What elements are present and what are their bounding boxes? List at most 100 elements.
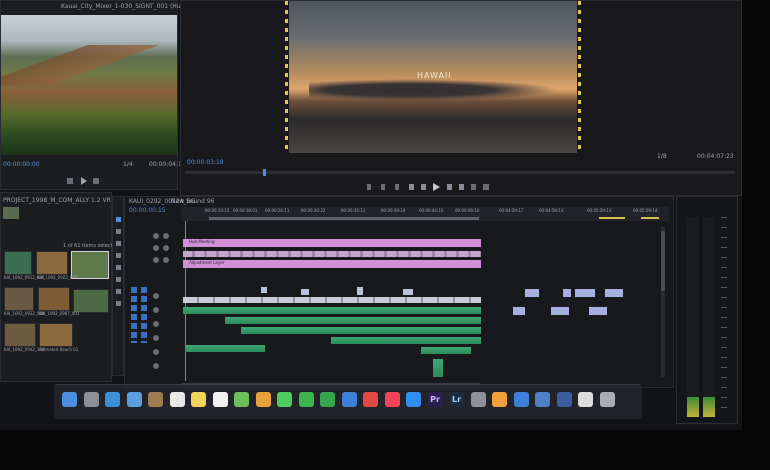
source-video-frame[interactable]: [1, 15, 177, 155]
program-video-frame[interactable]: HAWAII: [289, 1, 577, 153]
video-clip[interactable]: [301, 289, 309, 295]
bin-thumbnail[interactable]: [36, 251, 68, 275]
calendar-icon[interactable]: [169, 392, 185, 407]
video-clip[interactable]: [589, 307, 607, 315]
video-clip[interactable]: [575, 289, 595, 297]
bin-thumbnail[interactable]: [4, 287, 34, 311]
app-store-icon[interactable]: [406, 392, 421, 407]
adjustment-clip[interactable]: [183, 251, 481, 257]
add-marker-icon[interactable]: [367, 184, 371, 190]
mark-out-icon[interactable]: [395, 184, 399, 190]
hand-tool-icon[interactable]: [116, 289, 121, 294]
audio-clip[interactable]: [331, 337, 481, 344]
track-mute-icon[interactable]: [153, 363, 159, 369]
contacts-icon[interactable]: [148, 392, 163, 407]
mark-in-icon[interactable]: [381, 184, 385, 190]
timeline-tab-secondary[interactable]: New Sound 96: [171, 198, 214, 205]
track-eye-icon[interactable]: [153, 245, 159, 251]
video-clip[interactable]: [403, 289, 413, 295]
bin-thumbnail[interactable]: [4, 251, 32, 275]
audio-clip[interactable]: [433, 359, 443, 377]
graphic-clip[interactable]: Hub Meeting: [183, 239, 481, 247]
selection-tool-icon[interactable]: [116, 217, 121, 222]
lightroom-icon[interactable]: Lr: [449, 392, 464, 407]
type-tool-icon[interactable]: [116, 301, 121, 306]
stocks-icon[interactable]: [492, 392, 507, 407]
lightroom-classic-icon[interactable]: [556, 392, 572, 407]
mail-icon[interactable]: [126, 392, 142, 407]
video-clip[interactable]: [261, 287, 267, 293]
track-eye-icon[interactable]: [163, 233, 169, 239]
news-icon[interactable]: [363, 392, 378, 407]
program-scrub-bar[interactable]: [185, 169, 735, 176]
xcode-icon[interactable]: [513, 392, 529, 407]
track-mute-icon[interactable]: [153, 293, 159, 299]
video-clip[interactable]: [605, 289, 623, 297]
step-forward-icon[interactable]: [93, 178, 99, 184]
reminders-icon[interactable]: [212, 392, 228, 407]
video-clip[interactable]: [563, 289, 571, 297]
step-back-icon[interactable]: [421, 184, 426, 190]
bin-thumbnail[interactable]: [39, 323, 73, 347]
video-clip[interactable]: [513, 307, 525, 315]
pen-tool-icon[interactable]: [116, 277, 121, 282]
downloads-icon[interactable]: [578, 392, 593, 407]
audio-clip[interactable]: [183, 307, 481, 314]
track-select-tool-icon[interactable]: [116, 229, 121, 234]
go-to-out-icon[interactable]: [459, 184, 464, 190]
source-fit[interactable]: 1/4: [123, 161, 133, 168]
scrollbar-handle[interactable]: [661, 231, 665, 291]
timeline-vertical-scrollbar[interactable]: [661, 227, 665, 377]
step-forward-icon[interactable]: [447, 184, 452, 190]
audio-clip[interactable]: [185, 345, 265, 352]
audio-clip[interactable]: [225, 317, 481, 324]
track-mute-icon[interactable]: [153, 321, 159, 327]
adjustment-clip[interactable]: Adjustment Layer: [183, 260, 481, 268]
keynote-icon[interactable]: [341, 392, 357, 407]
bin-thumbnail[interactable]: [38, 287, 70, 311]
video-clip[interactable]: [357, 287, 363, 295]
maps-icon[interactable]: [234, 392, 249, 407]
ripple-edit-tool-icon[interactable]: [116, 241, 121, 246]
premiere-icon[interactable]: Pr: [427, 392, 443, 407]
export-frame-icon[interactable]: [483, 184, 489, 190]
play-icon[interactable]: [433, 183, 440, 191]
track-eye-icon[interactable]: [163, 257, 169, 263]
track-eye-icon[interactable]: [163, 245, 169, 251]
video-clip-row[interactable]: [183, 297, 481, 303]
audio-clip[interactable]: [241, 327, 481, 334]
ruler-marker[interactable]: [599, 217, 625, 219]
music-icon[interactable]: [384, 392, 400, 407]
track-mute-icon[interactable]: [153, 349, 159, 355]
timeline-tracks[interactable]: Hub Meeting Adjustment Layer: [181, 221, 669, 383]
bin-thumbnail[interactable]: [73, 289, 109, 313]
quicktime-icon[interactable]: [535, 392, 550, 407]
bin-thumbnail[interactable]: [4, 323, 36, 347]
ruler-marker[interactable]: [641, 217, 659, 219]
finder-icon[interactable]: [62, 392, 77, 407]
work-area-bar[interactable]: [209, 217, 479, 220]
slip-tool-icon[interactable]: [116, 265, 121, 270]
time-ruler[interactable]: 00:00:10:15 00:00:18:01 00:00:26:11 00:0…: [181, 207, 669, 221]
messages-icon[interactable]: [277, 392, 292, 407]
photos-icon[interactable]: [255, 392, 271, 407]
playhead-icon[interactable]: [263, 169, 266, 176]
track-eye-icon[interactable]: [153, 233, 159, 239]
facetime-icon[interactable]: [298, 392, 314, 407]
launchpad-icon[interactable]: [83, 392, 99, 407]
program-fit[interactable]: 1/8: [657, 153, 667, 160]
system-preferences-icon[interactable]: [470, 392, 486, 407]
safari-icon[interactable]: [105, 392, 120, 407]
video-clip[interactable]: [525, 289, 539, 297]
trash-icon[interactable]: [599, 392, 615, 407]
track-eye-icon[interactable]: [153, 257, 159, 263]
audio-clip[interactable]: [421, 347, 471, 354]
numbers-icon[interactable]: [320, 392, 335, 407]
step-back-icon[interactable]: [67, 178, 73, 184]
go-to-in-icon[interactable]: [409, 184, 414, 190]
notes-icon[interactable]: [191, 392, 206, 407]
video-clip[interactable]: [551, 307, 569, 315]
lift-icon[interactable]: [471, 184, 476, 190]
track-mute-icon[interactable]: [153, 307, 159, 313]
play-icon[interactable]: [81, 177, 87, 185]
